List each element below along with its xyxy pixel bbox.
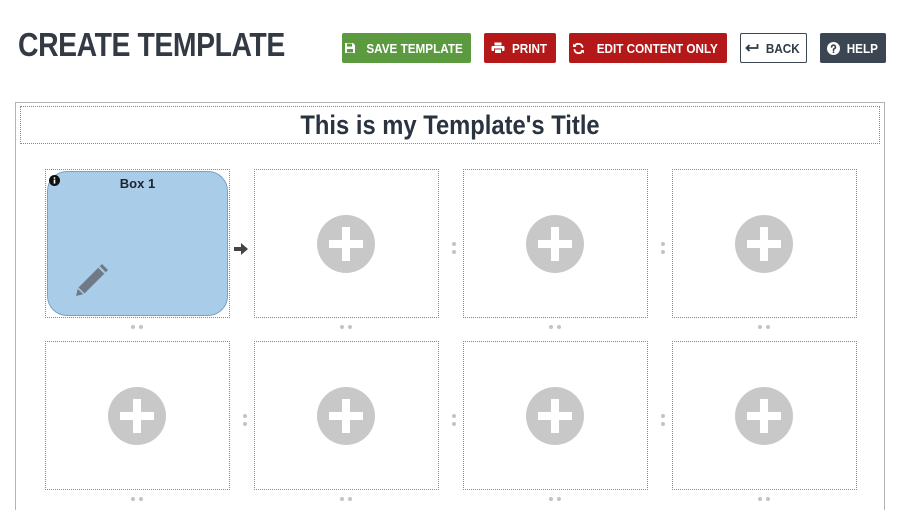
help-label: HELP bbox=[846, 40, 878, 56]
plus-circle-icon[interactable] bbox=[526, 387, 584, 445]
template-box-7[interactable] bbox=[463, 341, 648, 490]
plus-circle-icon[interactable] bbox=[108, 387, 166, 445]
plus-circle-icon[interactable] bbox=[317, 215, 375, 273]
connector-handle[interactable] bbox=[243, 414, 247, 428]
plus-circle-icon[interactable] bbox=[735, 215, 793, 273]
template-box-2[interactable] bbox=[254, 169, 439, 318]
connector-handle[interactable] bbox=[340, 325, 354, 329]
template-canvas: This is my Template's Title Box 1 bbox=[15, 102, 885, 510]
connector-handle[interactable] bbox=[758, 325, 772, 329]
template-grid: Box 1 bbox=[16, 103, 886, 510]
print-label: PRINT bbox=[511, 40, 548, 56]
save-template-label: SAVE TEMPLATE bbox=[366, 40, 464, 56]
page-title: CREATE TEMPLATE bbox=[18, 26, 285, 63]
back-button[interactable]: BACK bbox=[740, 33, 807, 63]
connector-handle[interactable] bbox=[452, 242, 456, 256]
save-template-button[interactable]: SAVE TEMPLATE bbox=[342, 33, 471, 63]
template-box-6[interactable] bbox=[254, 341, 439, 490]
template-box-3[interactable] bbox=[463, 169, 648, 318]
connector-handle[interactable] bbox=[131, 497, 145, 501]
help-button[interactable]: HELP bbox=[820, 33, 886, 63]
template-box-8[interactable] bbox=[672, 341, 857, 490]
arrow-right-icon[interactable] bbox=[233, 242, 249, 256]
print-button[interactable]: PRINT bbox=[484, 33, 556, 63]
plus-circle-icon[interactable] bbox=[317, 387, 375, 445]
back-arrow-icon bbox=[745, 44, 759, 52]
template-box-1[interactable]: Box 1 bbox=[45, 169, 230, 318]
plus-circle-icon[interactable] bbox=[526, 215, 584, 273]
box-1-label: Box 1 bbox=[119, 176, 156, 191]
pencil-icon[interactable] bbox=[72, 260, 112, 300]
plus-circle-icon[interactable] bbox=[735, 387, 793, 445]
connector-handle[interactable] bbox=[549, 497, 563, 501]
connector-handle[interactable] bbox=[340, 497, 354, 501]
question-circle-icon bbox=[826, 41, 840, 55]
connector-handle[interactable] bbox=[661, 414, 665, 428]
floppy-disk-icon bbox=[345, 43, 356, 53]
connector-handle[interactable] bbox=[131, 325, 145, 329]
connector-handle[interactable] bbox=[549, 325, 563, 329]
connector-handle[interactable] bbox=[758, 497, 772, 501]
sync-icon bbox=[572, 42, 584, 54]
connector-handle[interactable] bbox=[452, 414, 456, 428]
edit-content-only-button[interactable]: EDIT CONTENT ONLY bbox=[569, 33, 727, 63]
edit-content-only-label: EDIT CONTENT ONLY bbox=[596, 40, 718, 56]
printer-icon bbox=[491, 42, 505, 54]
connector-handle[interactable] bbox=[661, 242, 665, 256]
template-box-4[interactable] bbox=[672, 169, 857, 318]
back-label: BACK bbox=[766, 40, 800, 56]
template-box-5[interactable] bbox=[45, 341, 230, 490]
